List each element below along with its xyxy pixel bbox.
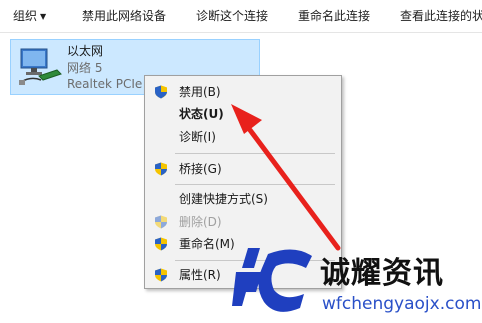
rename-connection-button[interactable]: 重命名此连接 xyxy=(298,0,370,33)
view-status-button[interactable]: 查看此连接的状 xyxy=(400,0,482,33)
menu-item-bridge[interactable]: 桥接(G) xyxy=(145,158,341,180)
organize-menu-button[interactable]: 组织 ▼ xyxy=(13,0,46,33)
uac-shield-icon xyxy=(155,268,167,282)
diagnose-connection-button[interactable]: 诊断这个连接 xyxy=(196,0,268,33)
uac-shield-icon xyxy=(155,237,167,251)
disable-device-button[interactable]: 禁用此网络设备 xyxy=(82,0,166,33)
uac-shield-icon xyxy=(155,215,167,229)
uac-shield-icon xyxy=(155,85,167,99)
menu-item-label: 禁用(B) xyxy=(179,85,221,99)
watermark-url: wfchengyaojx.com xyxy=(322,294,482,314)
menu-item-label: 桥接(G) xyxy=(179,162,222,176)
menu-item-label: 重命名(M) xyxy=(179,237,235,251)
adapter-network: 网络 5 xyxy=(67,61,103,75)
network-adapter-icon xyxy=(19,48,62,85)
uac-shield-icon xyxy=(155,162,167,176)
menu-separator xyxy=(175,184,335,185)
menu-separator xyxy=(175,153,335,154)
watermark-logo xyxy=(232,248,312,312)
organize-label: 组织 xyxy=(13,9,38,23)
command-bar: 组织 ▼ 禁用此网络设备 诊断这个连接 重命名此连接 查看此连接的状 xyxy=(0,0,482,33)
menu-item-delete: 删除(D) xyxy=(145,211,341,233)
chevron-down-icon: ▼ xyxy=(40,12,47,21)
menu-item-label: 删除(D) xyxy=(179,215,222,229)
menu-item-disable[interactable]: 禁用(B) xyxy=(145,81,341,103)
menu-item-status[interactable]: 状态(U) xyxy=(145,103,341,125)
menu-item-diagnose[interactable]: 诊断(I) xyxy=(145,126,341,148)
adapter-device: Realtek PCIe xyxy=(67,77,143,91)
menu-item-create-shortcut[interactable]: 创建快捷方式(S) xyxy=(145,188,341,210)
adapter-name: 以太网 xyxy=(67,44,104,58)
menu-item-label: 属性(R) xyxy=(179,268,221,282)
watermark-title: 诚耀资讯 xyxy=(320,256,444,291)
